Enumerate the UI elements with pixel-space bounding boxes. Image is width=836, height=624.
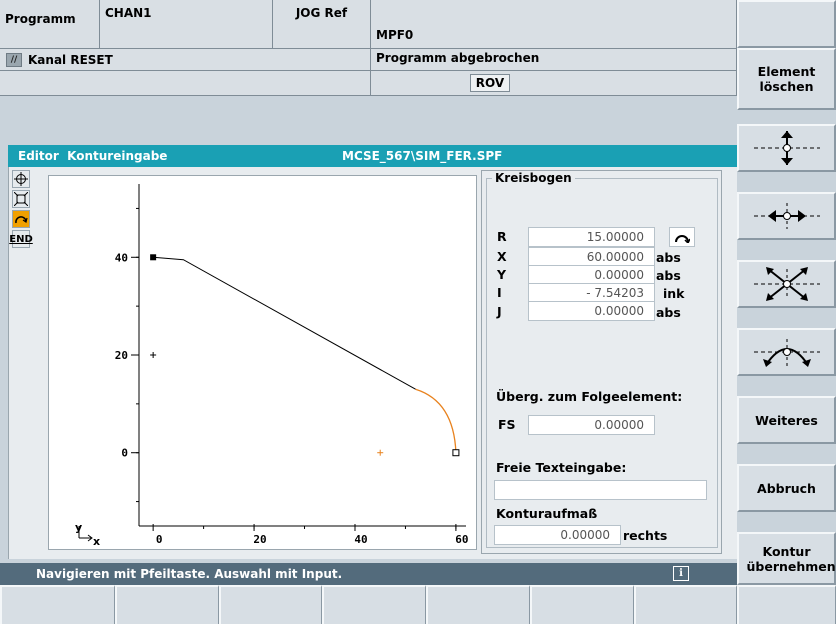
hsoftkey-2[interactable]	[115, 585, 219, 624]
softkey-kontur-uebernehmen-label: Kontur übernehmen	[746, 543, 836, 574]
unit-j: abs	[656, 305, 681, 320]
label-x: X	[497, 249, 507, 264]
label-y: Y	[497, 267, 507, 282]
hsoftkey-6[interactable]	[530, 585, 634, 624]
input-r[interactable]: 15.00000	[528, 227, 655, 247]
fs-label: FS	[498, 417, 516, 432]
contour-canvas[interactable]: 40 20 0 0 20 40 60 y x	[48, 175, 477, 550]
arrow-arc-icon	[753, 339, 820, 367]
x-tick-label: 40	[354, 533, 367, 546]
arrow-vertical-icon	[753, 131, 820, 165]
crosshair-icon[interactable]	[12, 170, 30, 188]
hsoftkey-5[interactable]	[426, 585, 530, 624]
contour-end-point	[452, 449, 460, 457]
mode-label: Programm	[0, 0, 100, 49]
channel-status: // Kanal RESET	[0, 49, 371, 71]
header-empty-row	[0, 71, 371, 96]
softkey-element-loeschen-label: Element löschen	[757, 64, 816, 94]
softkey-arrow-arc[interactable]	[737, 328, 836, 376]
input-x[interactable]: 60.00000	[528, 247, 655, 267]
end-icon[interactable]: END	[9, 230, 33, 248]
softkey-arrow-vertical[interactable]	[737, 124, 836, 172]
unit-i: ink	[663, 286, 685, 301]
softkey-abbruch-label: Abbruch	[757, 480, 816, 496]
label-r: R	[497, 229, 507, 244]
free-text-label: Freie Texteingabe:	[496, 460, 627, 475]
x-tick-label: 0	[156, 533, 163, 546]
allowance-side: rechts	[623, 528, 668, 543]
editor-title: Editor Kontureingabe	[18, 149, 168, 163]
input-i[interactable]: - 7.54203	[528, 283, 655, 303]
input-j[interactable]: 0.00000	[528, 301, 655, 321]
hsoftkey-3[interactable]	[219, 585, 322, 624]
free-text-input[interactable]	[494, 480, 707, 500]
softkey-empty-1[interactable]	[737, 0, 836, 48]
softkey-abbruch[interactable]: Abbruch	[737, 464, 836, 512]
allowance-input[interactable]: 0.00000	[494, 525, 621, 545]
rov-indicator: ROV	[470, 74, 510, 92]
softkey-weiteres-label: Weiteres	[755, 412, 818, 428]
info-icon[interactable]: i	[673, 566, 689, 581]
arc-direction-icon[interactable]	[669, 227, 695, 247]
contour-start-point	[150, 254, 157, 261]
editor-file: MCSE_567\SIM_FER.SPF	[342, 149, 503, 163]
allowance-label: Konturaufmaß	[496, 506, 598, 521]
transition-label: Überg. zum Folgeelement:	[496, 389, 683, 404]
softkey-arrow-horizontal[interactable]	[737, 192, 836, 240]
softkey-weiteres[interactable]: Weiteres	[737, 396, 836, 444]
fs-input[interactable]: 0.00000	[528, 415, 655, 435]
status-bar: Navigieren mit Pfeiltaste. Auswahl mit I…	[0, 563, 737, 585]
channel-label: CHAN1	[100, 0, 273, 49]
hsoftkey-8[interactable]	[737, 585, 836, 624]
x-tick-label: 20	[253, 533, 266, 546]
y-tick-label: 0	[121, 447, 128, 460]
arc-cw-icon[interactable]	[12, 210, 30, 228]
form-group-title: Kreisbogen	[492, 171, 575, 185]
zoom-fit-icon[interactable]	[12, 190, 30, 208]
header-spacer	[0, 96, 737, 145]
unit-y: abs	[656, 268, 681, 283]
program-status: Programm abgebrochen	[371, 49, 737, 71]
contour-arc-segment	[415, 388, 457, 453]
axis-symbol-y-label: y	[75, 521, 82, 534]
editor-titlebar: Editor Kontureingabe MCSE_567\SIM_FER.SP…	[8, 145, 737, 167]
softkey-arrow-diagonal[interactable]	[737, 260, 836, 308]
unit-x: abs	[656, 250, 681, 265]
y-tick-label: 20	[115, 349, 128, 362]
arrow-horizontal-icon	[753, 203, 820, 229]
label-i: I	[497, 285, 502, 300]
x-tick-label: 60	[455, 533, 468, 546]
label-j: J	[497, 304, 502, 319]
contour-plot: 40 20 0 0 20 40 60 yx	[75, 184, 469, 548]
hsoftkey-7[interactable]	[634, 585, 737, 624]
jog-mode-label: JOG Ref	[273, 0, 371, 49]
softkey-kontur-uebernehmen[interactable]: Kontur übernehmen	[737, 532, 836, 585]
hsoftkey-1[interactable]	[0, 585, 115, 624]
y-tick-label: 40	[115, 251, 128, 264]
rov-row	[371, 71, 737, 96]
status-message: Navigieren mit Pfeiltaste. Auswahl mit I…	[36, 567, 343, 581]
input-y[interactable]: 0.00000	[528, 265, 655, 285]
axis-symbol-x-label: x	[93, 535, 100, 548]
channel-status-text: Kanal RESET	[28, 52, 113, 67]
contour-line-segment	[153, 256, 416, 390]
program-name: MPF0	[371, 0, 737, 49]
hsoftkey-4[interactable]	[322, 585, 426, 624]
softkey-element-loeschen[interactable]: Element löschen	[737, 48, 836, 110]
reset-icon: //	[6, 52, 22, 67]
arrow-diagonal-icon	[753, 267, 820, 301]
